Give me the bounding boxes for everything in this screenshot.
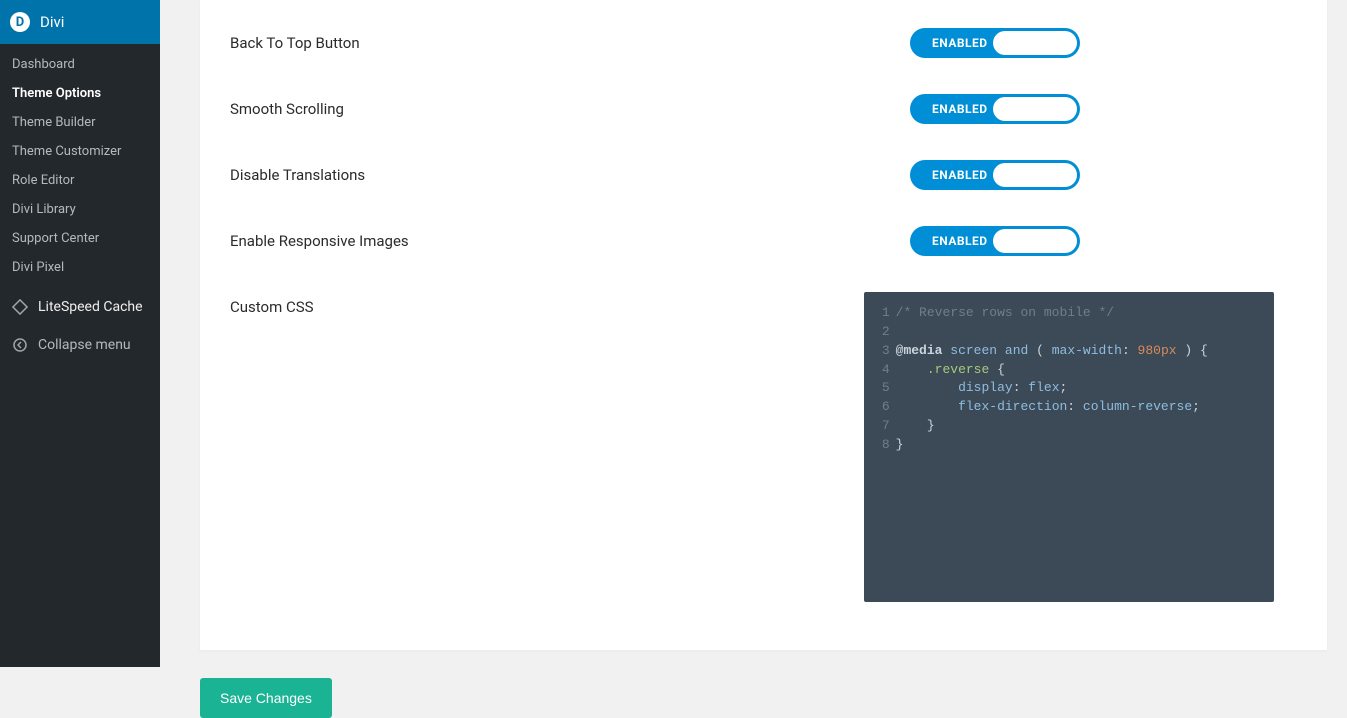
- code-line: 4 .reverse {: [872, 361, 1266, 380]
- code-token: screen: [950, 342, 997, 361]
- code-token: {: [989, 361, 1005, 380]
- code-token: [896, 379, 958, 398]
- custom-css-editor[interactable]: 1 /* Reverse rows on mobile */ 23 @media sc…: [864, 292, 1274, 602]
- option-label: Disable Translations: [230, 160, 910, 184]
- theme-options-panel: Back To Top ButtonENABLEDSmooth Scrollin…: [200, 0, 1327, 650]
- collapse-icon: [10, 335, 30, 355]
- code-token: ;: [1060, 379, 1068, 398]
- toggle-state-label: ENABLED: [932, 102, 988, 116]
- code-token: }: [896, 436, 904, 455]
- line-number: 3: [872, 342, 890, 361]
- code-token: [896, 398, 958, 417]
- sidebar-subitem[interactable]: Theme Options: [0, 79, 160, 108]
- code-token: [896, 361, 927, 380]
- sidebar-subitem[interactable]: Role Editor: [0, 166, 160, 195]
- option-row: Smooth Scrolling ENABLED: [230, 76, 1297, 142]
- code-token: and: [1005, 342, 1028, 361]
- line-number: 6: [872, 398, 890, 417]
- toggle-knob: [993, 97, 1077, 121]
- collapse-menu-label: Collapse menu: [38, 337, 131, 353]
- line-number: 8: [872, 436, 890, 455]
- code-token: column-reverse: [1083, 398, 1192, 417]
- divi-logo-icon: D: [10, 12, 30, 32]
- code-line: 1 /* Reverse rows on mobile */: [872, 304, 1266, 323]
- code-token: 980px: [1138, 342, 1177, 361]
- toggle-switch[interactable]: ENABLED: [910, 94, 1080, 124]
- code-token: ) {: [1177, 342, 1208, 361]
- sidebar-subitem[interactable]: Divi Library: [0, 195, 160, 224]
- code-token: [997, 342, 1005, 361]
- code-line: 6 flex-direction: column-reverse;: [872, 398, 1266, 417]
- line-number: 1: [872, 304, 890, 323]
- code-token: [942, 342, 950, 361]
- code-token: display: [958, 379, 1013, 398]
- toggle-knob: [993, 163, 1077, 187]
- toggle-knob: [993, 31, 1077, 55]
- option-row: Enable Responsive Images ENABLED: [230, 208, 1297, 274]
- sidebar-subitem[interactable]: Divi Pixel: [0, 253, 160, 282]
- code-line: 3 @media screen and ( max-width: 980px ) …: [872, 342, 1266, 361]
- toggle-state-label: ENABLED: [932, 168, 988, 182]
- option-label: Custom CSS: [230, 292, 884, 316]
- code-token: .reverse: [927, 361, 989, 380]
- line-number: 4: [872, 361, 890, 380]
- toggle-state-label: ENABLED: [932, 36, 988, 50]
- code-token: :: [1122, 342, 1138, 361]
- code-token: :: [1013, 379, 1029, 398]
- code-line: 5 display: flex;: [872, 379, 1266, 398]
- code-token: flex-direction: [958, 398, 1067, 417]
- toggle-switch[interactable]: ENABLED: [910, 226, 1080, 256]
- line-number: 2: [872, 323, 890, 342]
- code-line: 8}: [872, 436, 1266, 455]
- option-label: Enable Responsive Images: [230, 226, 910, 250]
- diamond-icon: [10, 297, 30, 317]
- collapse-menu-button[interactable]: Collapse menu: [0, 326, 160, 364]
- code-line: 2: [872, 323, 1266, 342]
- sidebar-top-label: Divi: [40, 13, 64, 31]
- admin-sidebar: D Divi DashboardTheme OptionsTheme Build…: [0, 0, 160, 667]
- toggle-switch[interactable]: ENABLED: [910, 160, 1080, 190]
- sidebar-subitem[interactable]: Dashboard: [0, 50, 160, 79]
- code-token: :: [1067, 398, 1083, 417]
- code-token: max-width: [1052, 342, 1122, 361]
- code-token: /* Reverse rows on mobile */: [896, 304, 1114, 323]
- sidebar-item-label: LiteSpeed Cache: [38, 299, 143, 315]
- code-token: @media: [896, 342, 943, 361]
- toggle-switch[interactable]: ENABLED: [910, 28, 1080, 58]
- sidebar-subitem[interactable]: Support Center: [0, 224, 160, 253]
- main-content: Back To Top ButtonENABLEDSmooth Scrollin…: [160, 0, 1347, 667]
- toggle-knob: [993, 229, 1077, 253]
- save-changes-button[interactable]: Save Changes: [200, 678, 332, 718]
- code-token: ;: [1192, 398, 1200, 417]
- code-token: flex: [1028, 379, 1059, 398]
- sidebar-submenu: DashboardTheme OptionsTheme BuilderTheme…: [0, 44, 160, 288]
- option-label: Back To Top Button: [230, 28, 910, 52]
- sidebar-item-divi[interactable]: D Divi: [0, 0, 160, 44]
- option-row: Back To Top Button ENABLED: [230, 10, 1297, 76]
- line-number: 7: [872, 417, 890, 436]
- option-row: Disable Translations ENABLED: [230, 142, 1297, 208]
- code-token: }: [896, 417, 935, 436]
- code-token: (: [1028, 342, 1051, 361]
- toggle-state-label: ENABLED: [932, 234, 988, 248]
- line-number: 5: [872, 379, 890, 398]
- sidebar-item-litespeed[interactable]: LiteSpeed Cache: [0, 288, 160, 326]
- option-row-custom-css: Custom CSS 1 /* Reverse rows on mobile */…: [230, 274, 1297, 620]
- sidebar-subitem[interactable]: Theme Customizer: [0, 137, 160, 166]
- option-label: Smooth Scrolling: [230, 94, 910, 118]
- sidebar-subitem[interactable]: Theme Builder: [0, 108, 160, 137]
- code-line: 7 }: [872, 417, 1266, 436]
